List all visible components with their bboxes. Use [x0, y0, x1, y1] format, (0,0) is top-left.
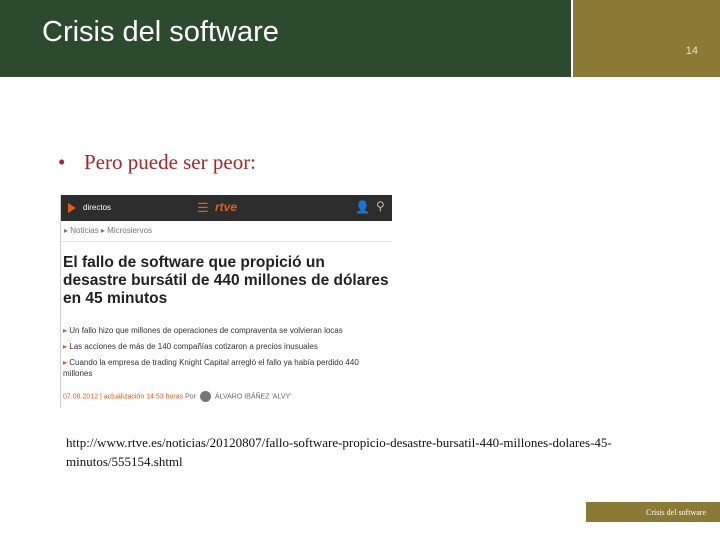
breadcrumb: ▸ Noticias ▸ Microsiervos	[64, 226, 153, 235]
lead-text: Un fallo hizo que millones de operacione…	[69, 326, 343, 335]
bullet-text: Pero puede ser peor:	[84, 150, 257, 174]
lead-marker: ▸	[63, 358, 68, 367]
menu-icon: ☰	[197, 200, 209, 215]
source-url: http://www.rtve.es/noticias/20120807/fal…	[66, 435, 612, 469]
slide-number: 14	[685, 45, 698, 57]
article-leads: ▸ Un fallo hizo que millones de operacio…	[63, 325, 389, 384]
byline-by: Por	[185, 393, 196, 401]
article-headline: El fallo de software que propició un des…	[63, 254, 389, 307]
lead-item: ▸ Un fallo hizo que millones de operacio…	[63, 325, 389, 336]
play-icon	[68, 203, 76, 213]
lead-item: ▸ Las acciones de más de 140 compañías c…	[63, 341, 389, 352]
search-icon: ⚲	[376, 199, 385, 213]
article-author: ÁLVARO IBÁÑEZ 'ALVY'	[214, 393, 292, 401]
title-bar: Crisis del software	[0, 0, 571, 77]
breadcrumb-divider	[61, 241, 392, 242]
title-bar-accent: 14	[573, 0, 720, 77]
article-date: 07.08.2012 | actualización 14:53 horas	[63, 393, 184, 401]
user-icon: 👤	[355, 200, 370, 214]
lead-text: Cuando la empresa de trading Knight Capi…	[63, 358, 359, 378]
slide-title: Crisis del software	[42, 16, 279, 48]
footer-label: Crisis del software	[586, 502, 720, 522]
live-label: directos	[83, 203, 112, 212]
article-byline: 07.08.2012 | actualización 14:53 horas P…	[63, 391, 392, 402]
bullet-item: • Pero puede ser peor:	[58, 150, 256, 175]
lead-marker: ▸	[63, 326, 68, 335]
bullet-marker: •	[58, 150, 66, 174]
rtve-logo: rtve	[215, 200, 238, 214]
author-avatar	[199, 391, 211, 402]
lead-item: ▸ Cuando la empresa de trading Knight Ca…	[63, 357, 389, 379]
lead-text: Las acciones de más de 140 compañías cot…	[69, 342, 318, 351]
lead-marker: ▸	[63, 342, 68, 351]
article-nav-bar: directos ☰ rtve 👤 ⚲	[61, 195, 392, 221]
news-article-screenshot: directos ☰ rtve 👤 ⚲ ▸ Noticias ▸ Microsi…	[60, 195, 392, 408]
